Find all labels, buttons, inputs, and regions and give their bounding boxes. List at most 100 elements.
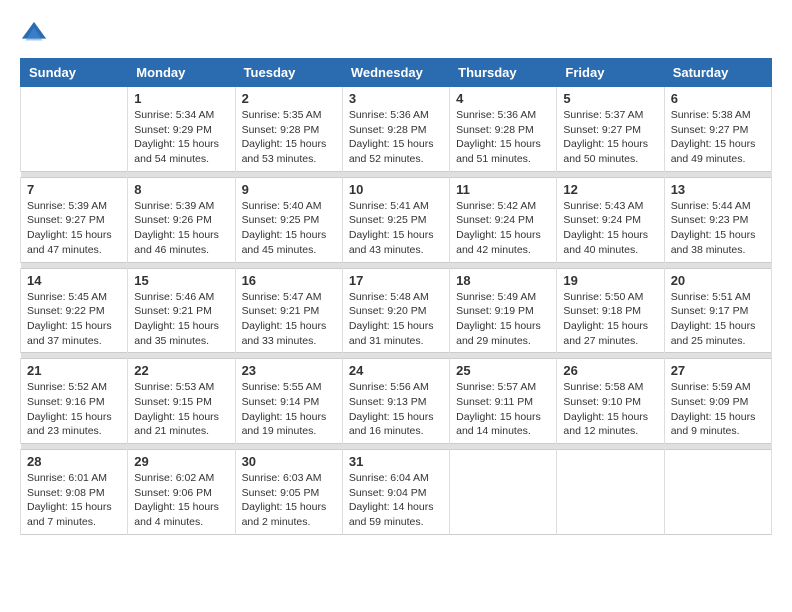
calendar-cell: 3 Sunrise: 5:36 AM Sunset: 9:28 PM Daylig… xyxy=(342,87,449,172)
day-info: Sunrise: 5:36 AM Sunset: 9:28 PM Dayligh… xyxy=(456,108,550,167)
day-of-week-header: Saturday xyxy=(664,59,771,87)
day-info: Sunrise: 5:53 AM Sunset: 9:15 PM Dayligh… xyxy=(134,380,228,439)
day-info: Sunrise: 5:36 AM Sunset: 9:28 PM Dayligh… xyxy=(349,108,443,167)
day-of-week-header: Friday xyxy=(557,59,664,87)
calendar-cell: 22 Sunrise: 5:53 AM Sunset: 9:15 PM Dayli… xyxy=(128,359,235,444)
calendar-cell: 20 Sunrise: 5:51 AM Sunset: 9:17 PM Dayli… xyxy=(664,268,771,353)
logo xyxy=(20,20,52,48)
calendar-header-row: SundayMondayTuesdayWednesdayThursdayFrid… xyxy=(21,59,772,87)
day-info: Sunrise: 5:37 AM Sunset: 9:27 PM Dayligh… xyxy=(563,108,657,167)
day-of-week-header: Thursday xyxy=(450,59,557,87)
day-number: 20 xyxy=(671,273,765,288)
day-number: 30 xyxy=(242,454,336,469)
day-info: Sunrise: 5:44 AM Sunset: 9:23 PM Dayligh… xyxy=(671,199,765,258)
day-info: Sunrise: 5:42 AM Sunset: 9:24 PM Dayligh… xyxy=(456,199,550,258)
calendar-cell: 18 Sunrise: 5:49 AM Sunset: 9:19 PM Dayli… xyxy=(450,268,557,353)
calendar-cell: 17Sunrise: 5:48 AM Sunset: 9:20 PM Dayli… xyxy=(342,268,449,353)
calendar-cell: 28 Sunrise: 6:01 AM Sunset: 9:08 PM Dayli… xyxy=(21,450,128,535)
day-number: 23 xyxy=(242,363,336,378)
calendar-cell: 7 Sunrise: 5:39 AM Sunset: 9:27 PM Daylig… xyxy=(21,177,128,262)
header xyxy=(20,20,772,48)
calendar-cell: 23Sunrise: 5:55 AM Sunset: 9:14 PM Dayli… xyxy=(235,359,342,444)
day-of-week-header: Sunday xyxy=(21,59,128,87)
calendar-week-row: 21 Sunrise: 5:52 AM Sunset: 9:16 PM Dayli… xyxy=(21,359,772,444)
calendar-cell: 16 Sunrise: 5:47 AM Sunset: 9:21 PM Dayli… xyxy=(235,268,342,353)
day-info: Sunrise: 5:50 AM Sunset: 9:18 PM Dayligh… xyxy=(563,290,657,349)
day-info: Sunrise: 5:45 AM Sunset: 9:22 PM Dayligh… xyxy=(27,290,121,349)
day-info: Sunrise: 6:04 AM Sunset: 9:04 PM Dayligh… xyxy=(349,471,443,530)
calendar-cell: 1 Sunrise: 5:34 AM Sunset: 9:29 PM Daylig… xyxy=(128,87,235,172)
day-number: 26 xyxy=(563,363,657,378)
day-info: Sunrise: 5:49 AM Sunset: 9:19 PM Dayligh… xyxy=(456,290,550,349)
calendar-cell: 30Sunrise: 6:03 AM Sunset: 9:05 PM Dayli… xyxy=(235,450,342,535)
day-number: 21 xyxy=(27,363,121,378)
calendar-cell: 13Sunrise: 5:44 AM Sunset: 9:23 PM Dayli… xyxy=(664,177,771,262)
day-info: Sunrise: 5:56 AM Sunset: 9:13 PM Dayligh… xyxy=(349,380,443,439)
calendar-week-row: 28 Sunrise: 6:01 AM Sunset: 9:08 PM Dayli… xyxy=(21,450,772,535)
day-info: Sunrise: 5:59 AM Sunset: 9:09 PM Dayligh… xyxy=(671,380,765,439)
day-number: 29 xyxy=(134,454,228,469)
day-number: 22 xyxy=(134,363,228,378)
calendar-cell: 10 Sunrise: 5:41 AM Sunset: 9:25 PM Dayli… xyxy=(342,177,449,262)
day-info: Sunrise: 5:46 AM Sunset: 9:21 PM Dayligh… xyxy=(134,290,228,349)
calendar-cell: 2 Sunrise: 5:35 AM Sunset: 9:28 PM Daylig… xyxy=(235,87,342,172)
day-number: 9 xyxy=(242,182,336,197)
day-info: Sunrise: 5:47 AM Sunset: 9:21 PM Dayligh… xyxy=(242,290,336,349)
day-number: 10 xyxy=(349,182,443,197)
day-number: 19 xyxy=(563,273,657,288)
calendar-cell: 19 Sunrise: 5:50 AM Sunset: 9:18 PM Dayli… xyxy=(557,268,664,353)
calendar-cell xyxy=(450,450,557,535)
day-number: 16 xyxy=(242,273,336,288)
day-info: Sunrise: 5:51 AM Sunset: 9:17 PM Dayligh… xyxy=(671,290,765,349)
day-number: 18 xyxy=(456,273,550,288)
calendar-cell: 21 Sunrise: 5:52 AM Sunset: 9:16 PM Dayli… xyxy=(21,359,128,444)
day-info: Sunrise: 5:52 AM Sunset: 9:16 PM Dayligh… xyxy=(27,380,121,439)
day-number: 4 xyxy=(456,91,550,106)
calendar-cell: 5Sunrise: 5:37 AM Sunset: 9:27 PM Daylig… xyxy=(557,87,664,172)
day-number: 28 xyxy=(27,454,121,469)
day-info: Sunrise: 5:43 AM Sunset: 9:24 PM Dayligh… xyxy=(563,199,657,258)
calendar-cell: 8 Sunrise: 5:39 AM Sunset: 9:26 PM Daylig… xyxy=(128,177,235,262)
day-number: 3 xyxy=(349,91,443,106)
calendar-cell: 31Sunrise: 6:04 AM Sunset: 9:04 PM Dayli… xyxy=(342,450,449,535)
day-info: Sunrise: 5:39 AM Sunset: 9:27 PM Dayligh… xyxy=(27,199,121,258)
calendar-cell: 15 Sunrise: 5:46 AM Sunset: 9:21 PM Dayli… xyxy=(128,268,235,353)
day-number: 8 xyxy=(134,182,228,197)
calendar-week-row: 7 Sunrise: 5:39 AM Sunset: 9:27 PM Daylig… xyxy=(21,177,772,262)
calendar-cell: 12Sunrise: 5:43 AM Sunset: 9:24 PM Dayli… xyxy=(557,177,664,262)
day-number: 17 xyxy=(349,273,443,288)
day-number: 1 xyxy=(134,91,228,106)
calendar-cell: 26 Sunrise: 5:58 AM Sunset: 9:10 PM Dayli… xyxy=(557,359,664,444)
logo-icon xyxy=(20,20,48,48)
day-info: Sunrise: 5:40 AM Sunset: 9:25 PM Dayligh… xyxy=(242,199,336,258)
calendar-cell: 4 Sunrise: 5:36 AM Sunset: 9:28 PM Daylig… xyxy=(450,87,557,172)
calendar-cell xyxy=(21,87,128,172)
calendar-cell: 24 Sunrise: 5:56 AM Sunset: 9:13 PM Dayli… xyxy=(342,359,449,444)
day-number: 25 xyxy=(456,363,550,378)
day-number: 14 xyxy=(27,273,121,288)
calendar-cell: 14 Sunrise: 5:45 AM Sunset: 9:22 PM Dayli… xyxy=(21,268,128,353)
day-number: 24 xyxy=(349,363,443,378)
calendar-cell: 6Sunrise: 5:38 AM Sunset: 9:27 PM Daylig… xyxy=(664,87,771,172)
day-number: 7 xyxy=(27,182,121,197)
calendar-cell: 29Sunrise: 6:02 AM Sunset: 9:06 PM Dayli… xyxy=(128,450,235,535)
day-info: Sunrise: 5:39 AM Sunset: 9:26 PM Dayligh… xyxy=(134,199,228,258)
day-info: Sunrise: 5:41 AM Sunset: 9:25 PM Dayligh… xyxy=(349,199,443,258)
day-info: Sunrise: 5:35 AM Sunset: 9:28 PM Dayligh… xyxy=(242,108,336,167)
day-info: Sunrise: 5:58 AM Sunset: 9:10 PM Dayligh… xyxy=(563,380,657,439)
calendar-cell: 9 Sunrise: 5:40 AM Sunset: 9:25 PM Daylig… xyxy=(235,177,342,262)
calendar-cell: 25 Sunrise: 5:57 AM Sunset: 9:11 PM Dayli… xyxy=(450,359,557,444)
calendar-week-row: 1 Sunrise: 5:34 AM Sunset: 9:29 PM Daylig… xyxy=(21,87,772,172)
day-number: 11 xyxy=(456,182,550,197)
day-number: 6 xyxy=(671,91,765,106)
day-number: 15 xyxy=(134,273,228,288)
day-info: Sunrise: 6:01 AM Sunset: 9:08 PM Dayligh… xyxy=(27,471,121,530)
calendar-cell xyxy=(664,450,771,535)
day-number: 27 xyxy=(671,363,765,378)
day-info: Sunrise: 5:57 AM Sunset: 9:11 PM Dayligh… xyxy=(456,380,550,439)
calendar-cell: 11 Sunrise: 5:42 AM Sunset: 9:24 PM Dayli… xyxy=(450,177,557,262)
calendar-cell xyxy=(557,450,664,535)
day-of-week-header: Monday xyxy=(128,59,235,87)
day-info: Sunrise: 5:34 AM Sunset: 9:29 PM Dayligh… xyxy=(134,108,228,167)
day-number: 2 xyxy=(242,91,336,106)
